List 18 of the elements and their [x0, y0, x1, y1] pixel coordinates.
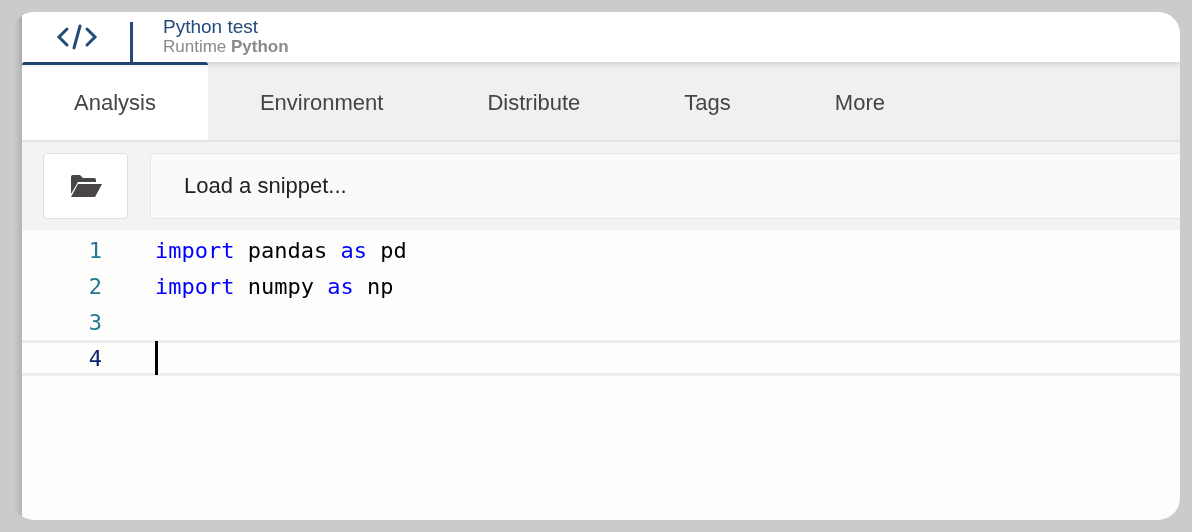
runtime-label: Runtime Python — [163, 37, 289, 57]
code-icon — [56, 23, 98, 51]
code-line: import pandas as pd — [155, 236, 407, 265]
open-folder-button[interactable] — [43, 153, 128, 219]
tab[interactable]: Analysis — [22, 62, 208, 140]
tab[interactable]: Distribute — [435, 62, 633, 140]
tab[interactable]: Environment — [207, 62, 436, 140]
line-number: 4 — [87, 344, 102, 373]
project-title: Python test — [163, 17, 260, 37]
line-number: 3 — [87, 308, 102, 337]
line-number: 1 — [87, 236, 102, 265]
tab[interactable]: More — [782, 62, 937, 140]
line-number: 2 — [87, 272, 102, 301]
text-cursor — [155, 341, 158, 375]
snippet-field[interactable]: Load a snippet... — [150, 153, 1180, 219]
code-line: import numpy as np — [155, 272, 394, 301]
folder-icon — [68, 174, 103, 198]
tab[interactable]: Tags — [632, 62, 783, 140]
